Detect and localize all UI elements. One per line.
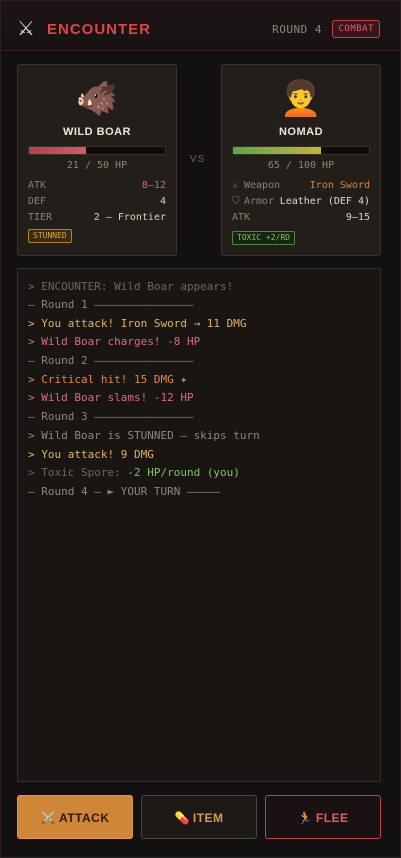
enemy-hp-text: 21 / 50 HP [66,160,128,171]
player-card: 🧑‍🦱 NOMAD 65 / 100 HP ⚔ Weapon Iron Sword… [221,64,381,256]
atk-label: ATK [232,212,251,223]
player-atk-row: ATK 9–15 [232,211,370,225]
armor-value: Leather (DEF 4) [279,196,370,207]
weapon-label-group: ⚔ Weapon [232,179,280,193]
log-line: > Wild Boar charges! -8 HP [28,335,201,348]
stunned-status-badge: STUNNED [28,229,72,243]
log-line: — Round 3 ——————————————— [28,410,194,423]
pill-icon: 💊 [174,811,190,825]
combat-log[interactable]: > ENCOUNTER: Wild Boar appears! — Round … [17,268,381,782]
shield-icon: ⛉ [232,196,240,207]
player-hp-text: 65 / 100 HP [267,160,335,171]
stat-label: TIER [28,212,53,223]
stat-value: 2 — Frontier [93,212,166,223]
log-line: > Critical hit! 15 DMG ✦ [28,373,187,386]
log-line: — Round 2 ——————————————— [28,354,194,367]
round-counter: ROUND 4 [272,23,322,36]
log-line: > Toxic Spore: -2 HP/round (you) [28,466,240,480]
running-icon: 🏃 [297,811,313,825]
player-hp-fill [233,147,322,154]
screen-title: ENCOUNTER [47,21,152,38]
log-line: — Round 1 ——————————————— [28,298,194,311]
enemy-hp-fill [29,147,87,154]
stat-value: 8–12 [141,180,166,191]
log-line: > You attack! Iron Sword → 11 DMG [28,317,247,330]
item-label: ITEM [192,811,224,825]
stat-label: ATK [28,180,47,191]
person-icon: 🧑‍🦱 [279,79,323,119]
item-button[interactable]: 💊 ITEM [141,795,257,839]
log-line: — Round 4 — ► YOUR TURN ————— [28,485,221,498]
log-prefix: > Toxic Spore: [28,466,128,479]
enemy-stat-atk: ATK 8–12 [28,179,166,193]
log-line: > Wild Boar is STUNNED — skips turn [28,429,260,442]
weapon-label: Weapon [244,180,281,191]
enemy-card: 🐗 WILD BOAR 21 / 50 HP ATK 8–12 DEF 4 TI… [17,64,177,256]
flee-label: FLEE [315,811,349,825]
enemy-name: WILD BOAR [62,126,132,138]
stat-label: DEF [28,196,47,207]
armor-label-group: ⛉ Armor [232,195,274,209]
player-hp-bar [232,146,370,155]
armor-label: Armor [244,196,275,207]
sword-icon: ⚔ [232,180,239,191]
crossed-swords-icon: ⚔ [17,16,35,40]
attack-button[interactable]: ⚔️ ATTACK [17,795,133,839]
stat-value: 4 [159,196,166,207]
log-line: > You attack! 9 DMG [28,448,154,461]
enemy-stat-tier: TIER 2 — Frontier [28,211,166,225]
attack-label: ATTACK [58,811,110,825]
sword-icon: ⚔️ [40,811,56,825]
player-armor-row: ⛉ Armor Leather (DEF 4) [232,195,370,209]
enemy-hp-bar [28,146,166,155]
versus-label: VS [190,154,206,165]
flee-button[interactable]: 🏃 FLEE [265,795,381,839]
header-bar: ⚔ ENCOUNTER ROUND 4 COMBAT [1,1,400,51]
boar-icon: 🐗 [75,79,119,119]
weapon-value: Iron Sword [309,180,370,191]
enemy-stat-def: DEF 4 [28,195,166,209]
toxic-status-badge: TOXIC +2/RD [232,231,295,245]
log-line: > Wild Boar slams! -12 HP [28,391,194,404]
player-name: NOMAD [278,126,324,138]
mode-badge: COMBAT [332,20,380,38]
log-damage: -2 HP/round (you) [127,466,240,479]
atk-value: 9–15 [345,212,370,223]
combat-screen: ⚔ ENCOUNTER ROUND 4 COMBAT 🐗 WILD BOAR 2… [0,0,401,858]
log-line: > ENCOUNTER: Wild Boar appears! [28,280,234,293]
player-weapon-row: ⚔ Weapon Iron Sword [232,179,370,193]
